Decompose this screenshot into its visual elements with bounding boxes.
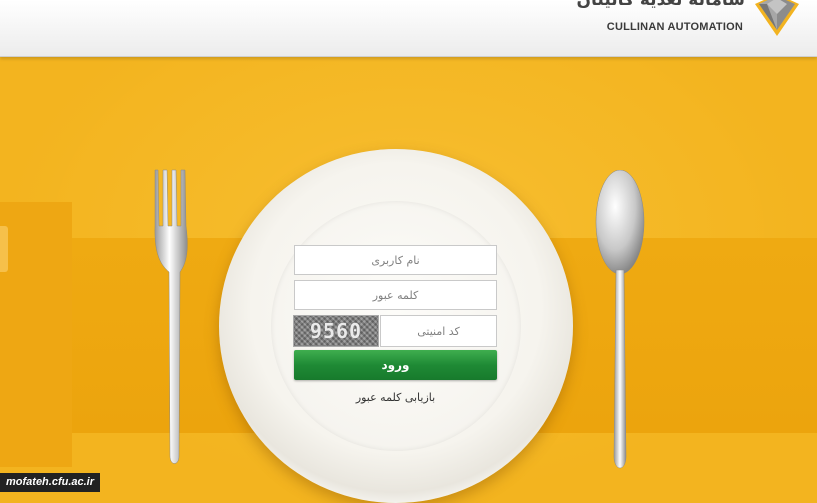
fork-icon xyxy=(154,169,188,464)
diamond-icon xyxy=(755,0,799,36)
brand-subtitle: CULLINAN AUTOMATION xyxy=(606,21,743,33)
watermark: mofateh.cfu.ac.ir xyxy=(0,473,101,492)
password-input[interactable] xyxy=(294,280,497,310)
captcha-input[interactable] xyxy=(380,315,497,347)
captcha-row: 9560 xyxy=(293,315,497,347)
recover-password-link[interactable]: بازیابی کلمه عبور xyxy=(294,391,497,404)
login-button[interactable]: ورود xyxy=(294,350,497,380)
spoon-icon xyxy=(595,170,645,469)
username-input[interactable] xyxy=(294,245,497,275)
table-corner-edge xyxy=(0,226,8,272)
header-bar: سامانه تغذیه کالینان CULLINAN AUTOMATION xyxy=(0,0,817,57)
captcha-image[interactable]: 9560 xyxy=(293,315,379,347)
table-corner xyxy=(0,202,72,467)
brand-title: سامانه تغذیه کالینان xyxy=(576,0,745,10)
